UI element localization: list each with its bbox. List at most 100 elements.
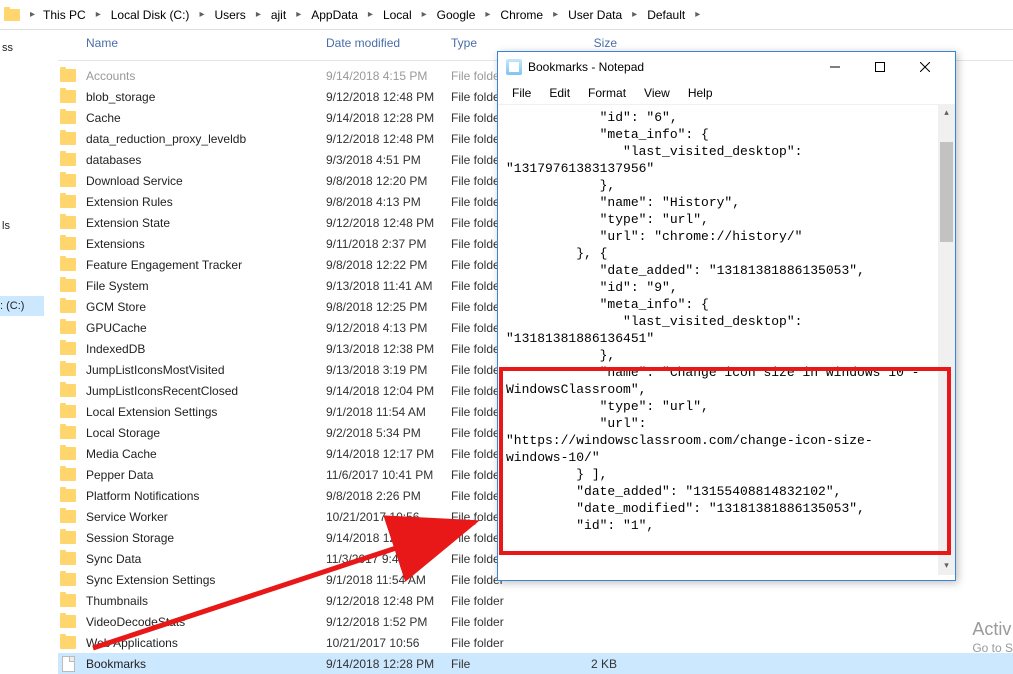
chevron-icon[interactable]: ▸ — [28, 9, 37, 20]
file-type: File folder — [443, 636, 555, 650]
folder-icon — [60, 174, 76, 187]
folder-icon — [60, 426, 76, 439]
menu-item-help[interactable]: Help — [680, 84, 721, 102]
menu-item-view[interactable]: View — [636, 84, 678, 102]
chevron-right-icon[interactable]: ▸ — [197, 9, 206, 20]
watermark-line: Activ — [972, 619, 1013, 641]
folder-icon — [60, 300, 76, 313]
folder-icon — [60, 636, 76, 649]
file-name: Thumbnails — [78, 594, 318, 608]
file-date: 9/14/2018 12:17 PM — [318, 447, 443, 461]
breadcrumb-segment[interactable]: User Data — [562, 5, 628, 25]
breadcrumb-segment[interactable]: ajit — [265, 5, 292, 25]
file-date: 9/1/2018 11:54 AM — [318, 405, 443, 419]
window-title: Bookmarks - Notepad — [528, 60, 812, 74]
file-name: Download Service — [78, 174, 318, 188]
file-row[interactable]: VideoDecodeStats9/12/2018 1:52 PMFile fo… — [58, 611, 1013, 632]
folder-icon — [60, 615, 76, 628]
folder-icon — [60, 321, 76, 334]
file-date: 9/8/2018 12:22 PM — [318, 258, 443, 272]
chevron-right-icon[interactable]: ▸ — [630, 9, 639, 20]
close-button[interactable] — [902, 53, 947, 81]
file-date: 9/3/2018 4:51 PM — [318, 153, 443, 167]
file-name: File System — [78, 279, 318, 293]
breadcrumb-segment[interactable]: This PC — [37, 5, 92, 25]
folder-icon — [60, 342, 76, 355]
file-date: 9/12/2018 12:48 PM — [318, 216, 443, 230]
file-name: Sync Data — [78, 552, 318, 566]
file-name: Feature Engagement Tracker — [78, 258, 318, 272]
folder-icon — [60, 195, 76, 208]
file-type: File folder — [443, 615, 555, 629]
file-name: Web Applications — [78, 636, 318, 650]
file-name: VideoDecodeStats — [78, 615, 318, 629]
file-date: 9/8/2018 4:13 PM — [318, 195, 443, 209]
folder-icon — [60, 384, 76, 397]
breadcrumb-segment[interactable]: Google — [431, 5, 482, 25]
breadcrumb-segment[interactable]: Users — [208, 5, 251, 25]
file-date: 9/12/2018 12:48 PM — [318, 132, 443, 146]
file-date: 9/14/2018 12:04 PM — [318, 384, 443, 398]
file-name: JumpListIconsRecentClosed — [78, 384, 318, 398]
file-row[interactable]: Bookmarks9/14/2018 12:28 PMFile2 KB — [58, 653, 1013, 674]
column-date[interactable]: Date modified — [318, 30, 443, 56]
menu-item-format[interactable]: Format — [580, 84, 634, 102]
maximize-button[interactable] — [857, 53, 902, 81]
folder-icon — [60, 363, 76, 376]
chevron-right-icon[interactable]: ▸ — [693, 9, 702, 20]
chevron-right-icon[interactable]: ▸ — [551, 9, 560, 20]
chevron-right-icon[interactable]: ▸ — [254, 9, 263, 20]
breadcrumb-segment[interactable]: Chrome — [494, 5, 549, 25]
chevron-right-icon[interactable]: ▸ — [94, 9, 103, 20]
nav-fragment: ls — [0, 216, 44, 236]
file-row[interactable]: Web Applications10/21/2017 10:56File fol… — [58, 632, 1013, 653]
file-date: 9/14/2018 12:28 PM — [318, 531, 443, 545]
file-date: 9/8/2018 12:25 PM — [318, 300, 443, 314]
menu-item-edit[interactable]: Edit — [541, 84, 578, 102]
breadcrumb-segment[interactable]: Local — [377, 5, 418, 25]
folder-icon — [60, 489, 76, 502]
file-name: Cache — [78, 111, 318, 125]
minimize-button[interactable] — [812, 53, 857, 81]
file-name: Accounts — [78, 69, 318, 83]
notepad-window[interactable]: Bookmarks - Notepad FileEditFormatViewHe… — [497, 51, 956, 581]
folder-icon — [60, 510, 76, 523]
scrollbar[interactable]: ▴ ▾ — [938, 105, 955, 575]
file-name: Media Cache — [78, 447, 318, 461]
watermark-line: Go to S — [972, 641, 1013, 655]
menubar: FileEditFormatViewHelp — [498, 82, 955, 105]
file-row[interactable]: Thumbnails9/12/2018 12:48 PMFile folder — [58, 590, 1013, 611]
file-name: Pepper Data — [78, 468, 318, 482]
titlebar[interactable]: Bookmarks - Notepad — [498, 52, 955, 82]
folder-icon — [60, 258, 76, 271]
nav-tree-edge: ss ls : (C:) — [0, 30, 44, 316]
breadcrumb-segment[interactable]: AppData — [305, 5, 364, 25]
file-date: 9/2/2018 5:34 PM — [318, 426, 443, 440]
breadcrumb-segment[interactable]: Default — [641, 5, 691, 25]
folder-icon — [60, 405, 76, 418]
file-name: Extension Rules — [78, 195, 318, 209]
chevron-right-icon[interactable]: ▸ — [366, 9, 375, 20]
breadcrumb-segment[interactable]: Local Disk (C:) — [105, 5, 196, 25]
folder-icon — [60, 90, 76, 103]
notepad-icon — [506, 59, 522, 75]
chevron-right-icon[interactable]: ▸ — [294, 9, 303, 20]
file-date: 9/13/2018 12:38 PM — [318, 342, 443, 356]
nav-selected-disk[interactable]: : (C:) — [0, 296, 44, 316]
file-name: Service Worker — [78, 510, 318, 524]
chevron-right-icon[interactable]: ▸ — [420, 9, 429, 20]
notepad-content[interactable]: "id": "6", "meta_info": { "last_visited_… — [498, 105, 955, 575]
nav-label: : (C:) — [0, 300, 24, 312]
scrollbar-track[interactable] — [938, 122, 955, 558]
scroll-down-icon[interactable]: ▾ — [938, 558, 955, 575]
file-date: 9/8/2018 2:26 PM — [318, 489, 443, 503]
folder-icon — [60, 216, 76, 229]
chevron-right-icon[interactable]: ▸ — [483, 9, 492, 20]
column-name[interactable]: Name — [58, 30, 318, 56]
file-date: 11/6/2017 10:41 PM — [318, 468, 443, 482]
scroll-up-icon[interactable]: ▴ — [938, 105, 955, 122]
menu-item-file[interactable]: File — [504, 84, 539, 102]
file-date: 9/12/2018 12:48 PM — [318, 594, 443, 608]
file-type: File — [443, 657, 555, 671]
scrollbar-thumb[interactable] — [940, 142, 953, 242]
